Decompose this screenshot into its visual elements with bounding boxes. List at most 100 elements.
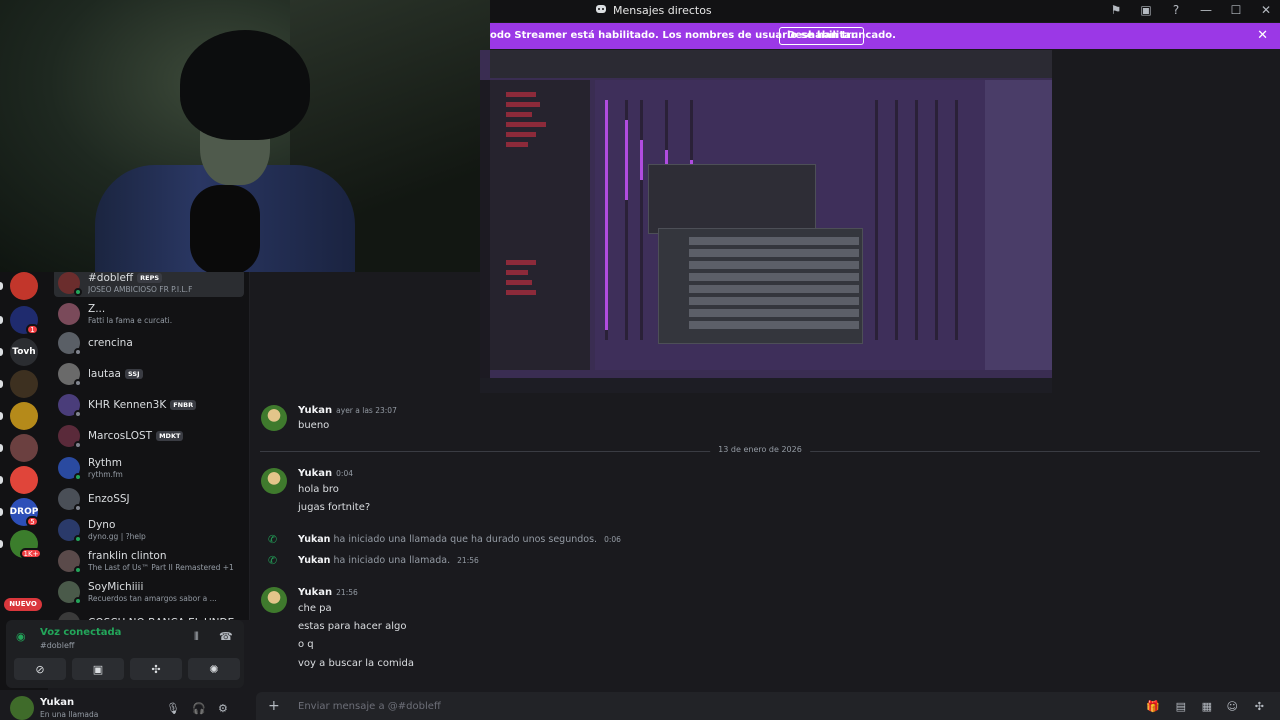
dm-avatar xyxy=(58,519,82,543)
dm-name: KHR Kennen3K xyxy=(88,399,167,411)
message-author[interactable]: Yukan 0:04 xyxy=(298,468,353,479)
dm-subtitle: rythm.fm xyxy=(88,470,123,479)
disconnect-icon[interactable]: ☎ xyxy=(219,630,233,643)
message-avatar[interactable] xyxy=(261,468,287,494)
close-window-button[interactable]: ✕ xyxy=(1258,2,1274,18)
settings-gear-icon[interactable]: ⚙ xyxy=(218,702,228,715)
server-pill-indicator xyxy=(0,348,3,356)
message-author[interactable]: Yukan ayer a las 23:07 xyxy=(298,405,397,416)
status-indicator xyxy=(74,379,82,387)
server-icon[interactable] xyxy=(10,434,38,462)
noise-suppression-icon[interactable]: ⦀ xyxy=(194,630,199,644)
status-indicator xyxy=(74,288,82,296)
dm-item[interactable]: Dyno dyno.gg | ?help xyxy=(54,516,244,544)
webcam-microphone xyxy=(190,185,260,272)
voice-status-label[interactable]: Voz conectada xyxy=(40,627,121,638)
message-composer[interactable]: + Enviar mensaje a @#dobleff 🎁 ▤ ▦ ☺ ✣ xyxy=(256,692,1280,720)
screen-share-stream[interactable] xyxy=(480,50,1052,393)
signal-icon[interactable]: ◉ xyxy=(16,630,26,643)
server-icon[interactable] xyxy=(10,466,38,494)
server-icon[interactable] xyxy=(10,402,38,430)
server-pill-indicator xyxy=(0,412,3,420)
headphones-icon[interactable]: 🎧 xyxy=(192,702,206,715)
server-pill-indicator xyxy=(0,444,3,452)
dm-name: MarcosLOST xyxy=(88,430,153,442)
message-text: bueno xyxy=(298,420,330,431)
call-system-message: Yukan ha iniciado una llamada que ha dur… xyxy=(298,534,621,545)
dm-avatar xyxy=(58,612,80,620)
server-icon[interactable]: Tovh xyxy=(10,338,38,366)
banner-close-icon[interactable]: ✕ xyxy=(1257,28,1268,43)
share-screen-button[interactable]: ▣ xyxy=(72,658,124,680)
camera-off-button[interactable]: ⊘ xyxy=(14,658,66,680)
dm-name: Rythm xyxy=(88,457,122,469)
message-text: che pa xyxy=(298,603,332,614)
webcam-person-hair xyxy=(180,30,310,140)
message-author[interactable]: Yukan 21:56 xyxy=(298,587,358,598)
dm-item[interactable]: #dobleff REPS JOSEO AMBICIOSO FR P.I.L.F xyxy=(54,272,244,297)
emoji-icon[interactable]: ☺ xyxy=(1227,700,1238,713)
server-pill-indicator xyxy=(0,476,3,484)
user-name[interactable]: Yukan xyxy=(40,697,74,708)
help-icon[interactable]: ? xyxy=(1168,2,1184,18)
message-text: estas para hacer algo xyxy=(298,621,407,632)
disable-streamer-mode-button[interactable]: Deshabilitar xyxy=(779,27,864,45)
user-avatar[interactable] xyxy=(10,696,34,720)
unread-badge: 1K+ xyxy=(20,548,42,559)
dm-name: franklin clinton xyxy=(88,550,167,562)
dm-item[interactable]: EnzoSSJ xyxy=(54,485,244,513)
status-indicator xyxy=(74,566,82,574)
soundboard-button[interactable]: ✺ xyxy=(188,658,240,680)
date-divider-label: 13 de enero de 2026 xyxy=(710,445,810,454)
activities-button[interactable]: ✣ xyxy=(130,658,182,680)
microphone-icon[interactable]: 🎙 xyxy=(166,702,180,715)
dm-item[interactable]: Z... Fatti la fama e curcati. xyxy=(54,300,244,328)
dm-item[interactable]: lautaa SSJ xyxy=(54,360,244,388)
dm-avatar xyxy=(58,394,82,418)
voice-channel-name[interactable]: #dobleff xyxy=(40,641,74,650)
server-icon[interactable] xyxy=(10,370,38,398)
message-avatar[interactable] xyxy=(261,405,287,431)
dm-item[interactable]: SoyMichiiii Recuerdos tan amargos sabor a… xyxy=(54,578,244,606)
gift-icon[interactable]: 🎁 xyxy=(1146,700,1160,713)
dm-item[interactable]: crencina xyxy=(54,329,244,357)
dm-avatar xyxy=(58,488,82,512)
minimize-button[interactable]: — xyxy=(1198,2,1214,18)
message-input[interactable]: Enviar mensaje a @#dobleff xyxy=(298,701,441,712)
webcam-feed xyxy=(0,0,490,272)
dm-name: Dyno xyxy=(88,519,116,531)
dm-avatar xyxy=(58,457,82,481)
server-tag: FNBR xyxy=(170,400,197,410)
daw-plugin-window xyxy=(648,164,816,234)
dm-item[interactable]: COSCU NO BANCA EL UNDE xyxy=(54,609,244,620)
user-status: En una llamada xyxy=(40,710,99,719)
dm-item[interactable]: MarcosLOST MDKT xyxy=(54,422,244,450)
maximize-button[interactable]: ☐ xyxy=(1228,2,1244,18)
gif-icon[interactable]: ▤ xyxy=(1176,700,1186,713)
flag-icon[interactable]: ⚑ xyxy=(1108,2,1124,18)
message-timestamp: 21:56 xyxy=(336,588,358,597)
user-panel: Yukan En una llamada 🎙 🎧 ⚙ xyxy=(6,694,244,720)
sticker-icon[interactable]: ▦ xyxy=(1202,700,1212,713)
chat-area: Yukan ayer a las 23:07 bueno 13 de enero … xyxy=(250,393,1280,690)
dm-avatar xyxy=(58,303,80,325)
dm-item[interactable]: franklin clinton The Last of Us™ Part II … xyxy=(54,547,244,575)
unread-badge: 1 xyxy=(26,324,39,335)
dm-name: SoyMichiiii xyxy=(88,581,144,593)
dm-avatar xyxy=(58,581,82,605)
window-title: Mensajes directos xyxy=(595,4,712,17)
dm-item[interactable]: KHR Kennen3K FNBR xyxy=(54,391,244,419)
message-avatar[interactable] xyxy=(261,587,287,613)
dm-name: lautaa xyxy=(88,368,121,380)
new-badge[interactable]: NUEVO xyxy=(4,598,42,611)
screen-share-icon[interactable]: ▣ xyxy=(1138,2,1154,18)
dm-item[interactable]: Rythm rythm.fm xyxy=(54,454,244,482)
dm-name: crencina xyxy=(88,337,133,349)
add-attachment-icon[interactable]: + xyxy=(268,698,280,714)
server-icon[interactable] xyxy=(10,272,38,300)
message-timestamp: ayer a las 23:07 xyxy=(336,406,397,415)
dm-subtitle: Fatti la fama e curcati. xyxy=(88,316,173,325)
phone-call-icon: ✆ xyxy=(268,554,278,567)
apps-icon[interactable]: ✣ xyxy=(1255,700,1264,713)
dm-avatar xyxy=(58,332,82,356)
